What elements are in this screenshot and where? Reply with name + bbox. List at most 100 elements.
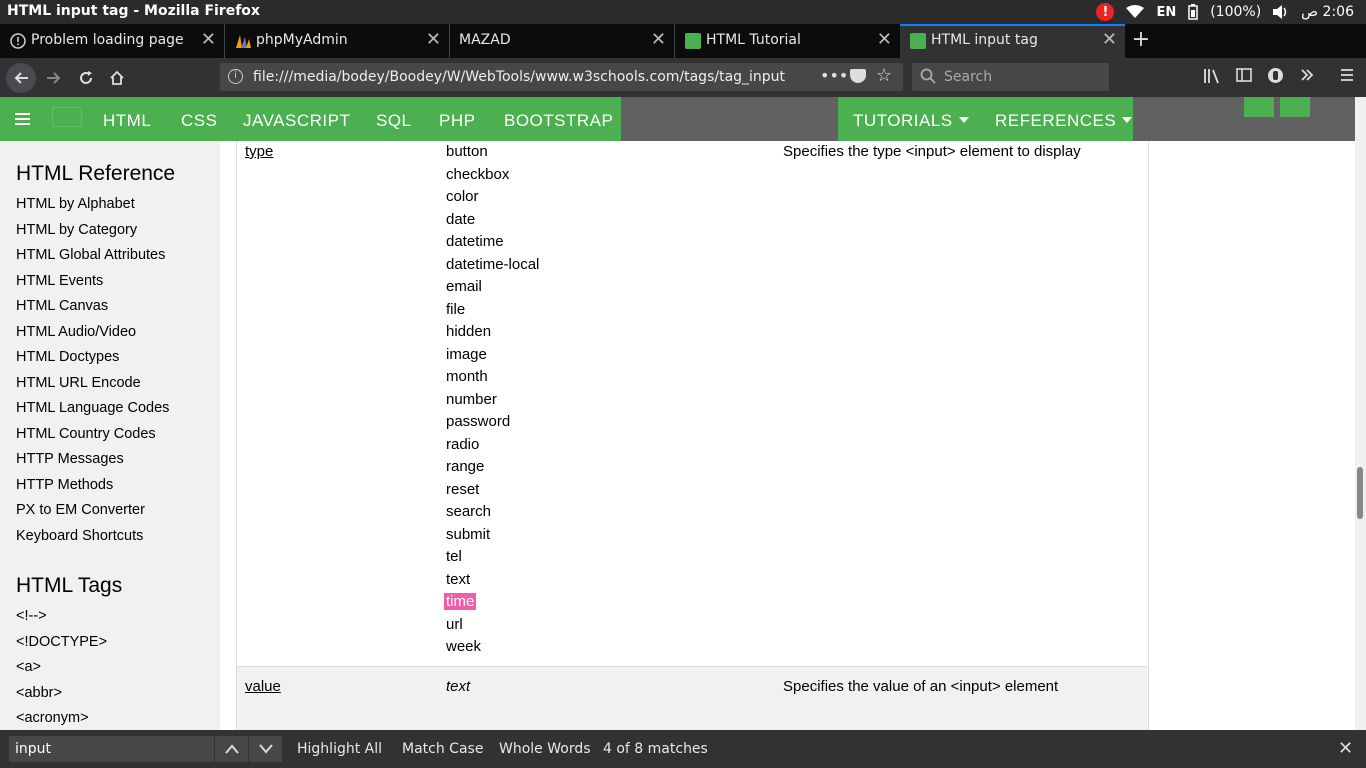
whole-words-toggle[interactable]: Whole Words bbox=[499, 741, 591, 757]
sidebar-link[interactable]: HTML Canvas bbox=[16, 298, 108, 314]
translate-icon[interactable] bbox=[1244, 97, 1274, 117]
type-value: email bbox=[446, 278, 482, 295]
tab-problem-loading[interactable]: Problem loading page ✕ bbox=[0, 24, 225, 58]
extension-icon[interactable] bbox=[1267, 67, 1284, 84]
sidebar-tag-link[interactable]: <!--> bbox=[16, 608, 47, 624]
find-bar: input Highlight All Match Case Whole Wor… bbox=[0, 730, 1366, 768]
close-icon[interactable]: ✕ bbox=[1338, 738, 1353, 759]
forward-button[interactable] bbox=[40, 64, 68, 92]
new-tab-button[interactable]: + bbox=[1130, 24, 1152, 58]
menu-icon[interactable] bbox=[1339, 67, 1355, 83]
tab-label: Problem loading page bbox=[31, 32, 184, 48]
sidebar-tag-link[interactable]: <abbr> bbox=[16, 685, 62, 701]
find-next-button[interactable] bbox=[248, 736, 282, 762]
url-text[interactable]: file:///media/bodey/Boodey/W/WebTools/ww… bbox=[253, 69, 803, 85]
bookmark-star-icon[interactable]: ☆ bbox=[876, 65, 892, 86]
page-scrollbar[interactable] bbox=[1355, 97, 1366, 730]
alert-icon[interactable]: ! bbox=[1096, 3, 1115, 21]
w3schools-logo[interactable] bbox=[52, 107, 82, 127]
home-button[interactable] bbox=[103, 64, 131, 92]
keyboard-language[interactable]: EN bbox=[1156, 5, 1176, 20]
close-icon[interactable]: ✕ bbox=[877, 29, 892, 50]
sidebar-link[interactable]: HTML Global Attributes bbox=[16, 247, 165, 263]
nav-css[interactable]: CSS bbox=[181, 111, 217, 131]
scrollbar-thumb[interactable] bbox=[1357, 467, 1363, 519]
type-value: text bbox=[446, 570, 471, 588]
nav-tutorials[interactable]: TUTORIALS bbox=[853, 111, 969, 131]
forward-arrow-icon bbox=[47, 72, 61, 84]
nav-references[interactable]: REFERENCES bbox=[995, 111, 1133, 131]
nav-html[interactable]: HTML bbox=[103, 111, 151, 131]
find-status: 4 of 8 matches bbox=[603, 741, 708, 757]
sidebar-link[interactable]: PX to EM Converter bbox=[16, 502, 145, 518]
table-row: type button checkbox color date datetime date… bbox=[236, 141, 1149, 667]
sidebar-heading-reference: HTML Reference bbox=[16, 162, 176, 185]
tab-html-tutorial[interactable]: HTML Tutorial ✕ bbox=[675, 24, 900, 58]
nav-javascript[interactable]: JAVASCRIPT bbox=[243, 111, 350, 131]
find-input[interactable]: input bbox=[9, 736, 214, 762]
nav-php[interactable]: PHP bbox=[439, 111, 475, 131]
battery-icon[interactable] bbox=[1188, 4, 1198, 20]
sidebar-toggle-icon[interactable] bbox=[1236, 67, 1252, 83]
close-icon[interactable]: ✕ bbox=[651, 29, 666, 50]
sidebar-link[interactable]: HTML Audio/Video bbox=[16, 324, 136, 340]
sidebar-link[interactable]: HTML URL Encode bbox=[16, 375, 141, 391]
pocket-icon[interactable] bbox=[850, 69, 866, 83]
page-actions-icon[interactable]: ••• bbox=[820, 66, 848, 85]
tab-html-input-tag[interactable]: HTML input tag ✕ bbox=[900, 24, 1125, 58]
sidebar-link[interactable]: HTML Language Codes bbox=[16, 400, 169, 416]
type-value: number bbox=[446, 390, 497, 408]
attribute-link-type[interactable]: type bbox=[245, 143, 273, 160]
sidebar-link[interactable]: HTML Country Codes bbox=[16, 426, 156, 442]
sidebar-link[interactable]: HTTP Methods bbox=[16, 477, 113, 493]
sidebar-tag-link[interactable]: <acronym> bbox=[16, 710, 89, 726]
sidebar-link[interactable]: HTML Doctypes bbox=[16, 349, 119, 365]
navigation-toolbar: i file:///media/bodey/Boodey/W/WebTools/… bbox=[0, 58, 1366, 97]
search-placeholder: Search bbox=[944, 69, 993, 85]
type-value: password bbox=[446, 413, 511, 430]
type-value: color bbox=[446, 188, 479, 205]
attribute-description: Specifies the value of an <input> elemen… bbox=[783, 678, 1059, 695]
clock[interactable]: 2:06 ص bbox=[1301, 4, 1354, 20]
find-previous-button[interactable] bbox=[214, 736, 248, 762]
sidebar-link[interactable]: HTML by Category bbox=[16, 222, 137, 238]
search-icon bbox=[920, 68, 936, 84]
battery-percent: (100%) bbox=[1210, 4, 1262, 20]
tab-phpmyadmin[interactable]: phpMyAdmin ✕ bbox=[225, 24, 450, 58]
nav-sql[interactable]: SQL bbox=[376, 111, 412, 131]
tab-label: HTML input tag bbox=[931, 32, 1038, 48]
os-top-bar: HTML input tag - Mozilla Firefox ! EN (1… bbox=[0, 0, 1366, 24]
url-bar[interactable]: i file:///media/bodey/Boodey/W/WebTools/… bbox=[220, 63, 903, 91]
attribute-link-value[interactable]: value bbox=[245, 678, 281, 695]
close-icon[interactable]: ✕ bbox=[1102, 29, 1117, 50]
sidebar-tag-link[interactable]: <a> bbox=[16, 659, 41, 675]
type-value: tel bbox=[446, 548, 462, 565]
sidebar: HTML Reference HTML by Alphabet HTML by C… bbox=[0, 141, 220, 730]
reload-button[interactable] bbox=[72, 64, 100, 92]
sidebar-link[interactable]: HTTP Messages bbox=[16, 451, 124, 467]
sidebar-tag-link[interactable]: <!DOCTYPE> bbox=[16, 634, 107, 650]
hamburger-menu-icon[interactable] bbox=[15, 113, 30, 128]
back-button[interactable] bbox=[6, 63, 36, 93]
type-value: month bbox=[446, 368, 488, 385]
search-toggle-icon[interactable] bbox=[1280, 97, 1310, 117]
sidebar-link[interactable]: HTML Events bbox=[16, 273, 103, 289]
sidebar-link[interactable]: HTML by Alphabet bbox=[16, 196, 135, 212]
close-icon[interactable]: ✕ bbox=[201, 29, 216, 50]
library-icon[interactable] bbox=[1203, 67, 1221, 85]
match-case-toggle[interactable]: Match Case bbox=[402, 741, 483, 757]
wifi-icon[interactable] bbox=[1126, 5, 1145, 19]
volume-icon[interactable] bbox=[1273, 5, 1289, 19]
highlight-all-toggle[interactable]: Highlight All bbox=[297, 741, 382, 757]
overflow-chevron-icon[interactable] bbox=[1299, 67, 1315, 83]
info-icon[interactable]: i bbox=[228, 69, 243, 84]
sidebar-heading-tags: HTML Tags bbox=[16, 574, 123, 597]
type-value: file bbox=[446, 300, 466, 318]
tab-strip: Problem loading page ✕ phpMyAdmin ✕ MAZA… bbox=[0, 24, 1366, 58]
sidebar-link[interactable]: Keyboard Shortcuts bbox=[16, 528, 143, 544]
nav-references-label: REFERENCES bbox=[995, 111, 1117, 130]
nav-bootstrap[interactable]: BOOTSTRAP bbox=[504, 111, 613, 131]
search-bar[interactable]: Search bbox=[912, 63, 1109, 91]
tab-mazad[interactable]: MAZAD ✕ bbox=[450, 24, 675, 58]
close-icon[interactable]: ✕ bbox=[426, 29, 441, 50]
